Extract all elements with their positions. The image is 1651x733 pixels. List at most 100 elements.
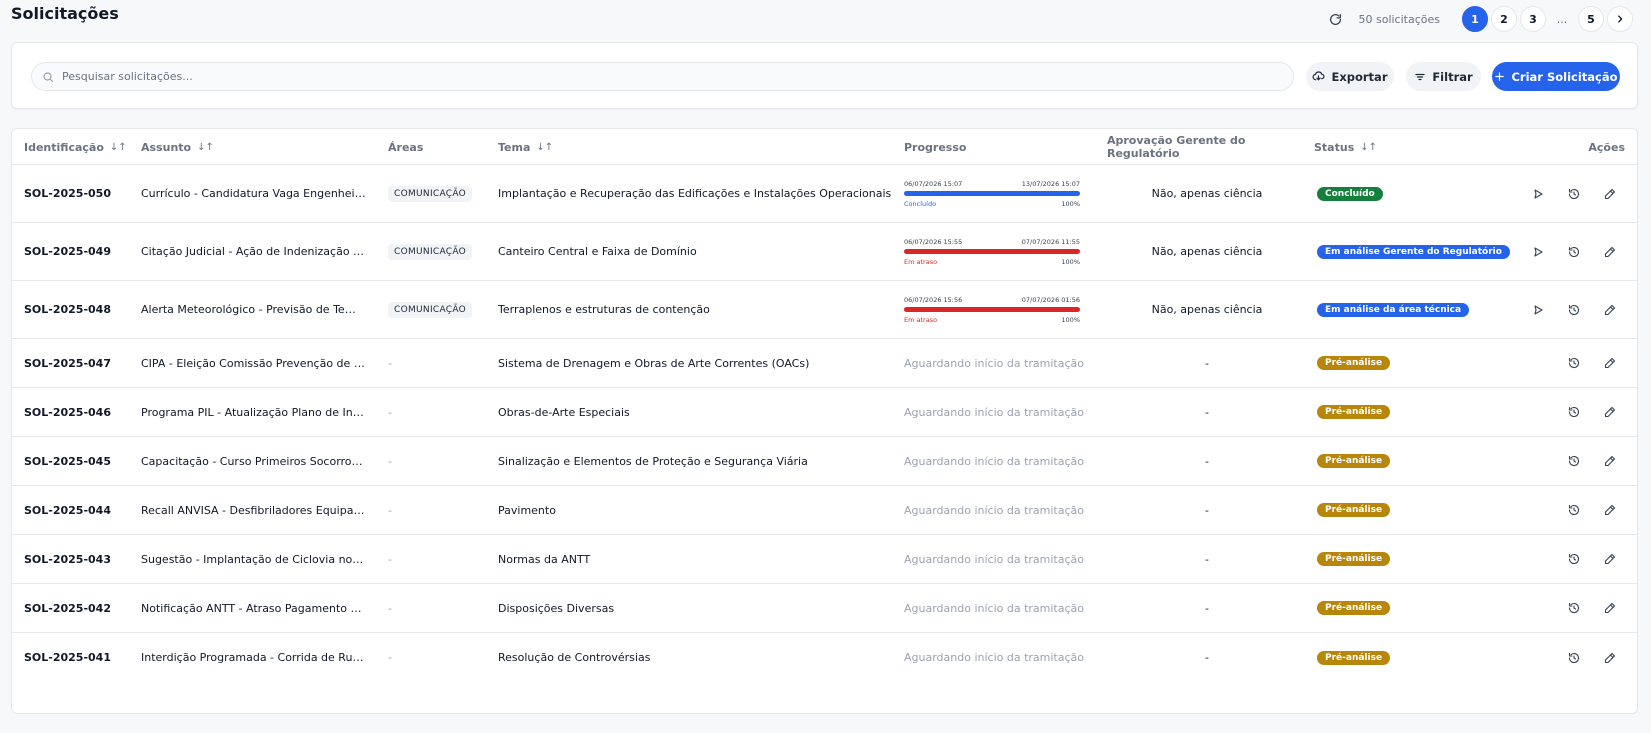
- history-button[interactable]: [1564, 535, 1584, 583]
- progress-waiting: Aguardando início da tramitação: [904, 503, 1085, 517]
- theme-text: Sistema de Drenagem e Obras de Arte Corr…: [498, 356, 810, 370]
- area-tag: COMUNICAÇÃO: [388, 243, 473, 260]
- sort-icon: ↓↑: [109, 141, 127, 153]
- status-cell: Pré-análise: [1317, 535, 1391, 583]
- edit-button[interactable]: [1600, 339, 1620, 387]
- plus-icon: [1495, 72, 1505, 81]
- edit-button[interactable]: [1600, 165, 1620, 222]
- history-button[interactable]: [1564, 388, 1584, 436]
- col-areas-header: Áreas: [388, 129, 423, 165]
- table-row[interactable]: SOL-2025-048 Alerta Meteorológico - Previ…: [12, 281, 1637, 339]
- area-cell: -: [388, 388, 392, 436]
- table-row[interactable]: SOL-2025-045 Capacitação - Curso Primeiro…: [12, 437, 1637, 486]
- progress-waiting: Aguardando início da tramitação: [904, 601, 1085, 615]
- col-id-label: Identificação: [24, 140, 104, 154]
- table-header: Identificação ↓↑ Assunto ↓↑ Áreas Tema ↓…: [12, 129, 1637, 165]
- page-1-button[interactable]: 1: [1462, 6, 1488, 32]
- search-box[interactable]: [31, 62, 1294, 91]
- progress-cell: 06/07/2026 15:55 07/07/2026 11:55 Em atras…: [904, 223, 1087, 280]
- pencil-icon: [1604, 455, 1616, 467]
- edit-button[interactable]: [1600, 281, 1620, 338]
- col-areas-label: Áreas: [388, 140, 424, 154]
- progress-bar-fill: [904, 190, 1080, 196]
- history-button[interactable]: [1564, 165, 1584, 222]
- send-button[interactable]: [1528, 223, 1548, 280]
- history-icon: [1568, 188, 1580, 199]
- table-row[interactable]: SOL-2025-049 Citação Judicial - Ação de I…: [12, 223, 1637, 281]
- area-empty: -: [388, 651, 392, 664]
- progress-end-date: 07/07/2026 11:55: [1021, 237, 1080, 246]
- progress-bar: [904, 190, 1080, 196]
- edit-button[interactable]: [1600, 535, 1620, 583]
- request-id: SOL-2025-045: [24, 454, 111, 468]
- create-request-button[interactable]: Criar Solicitação: [1492, 62, 1620, 91]
- subject-cell: Programa PIL - Atualização Plano de Inve…: [141, 388, 366, 436]
- history-button[interactable]: [1564, 584, 1584, 632]
- send-button[interactable]: [1528, 165, 1548, 222]
- area-empty: -: [388, 356, 392, 370]
- subject-cell: Recall ANVISA - Desfibriladores Equipam.…: [141, 486, 366, 534]
- col-status-header[interactable]: Status ↓↑: [1314, 129, 1377, 165]
- pencil-icon: [1604, 406, 1616, 418]
- status-cell: Em análise da área técnica: [1317, 281, 1470, 338]
- approval-text: -: [1205, 601, 1209, 615]
- table-row[interactable]: SOL-2025-046 Programa PIL - Atualização P…: [12, 388, 1637, 437]
- progress-waiting: Aguardando início da tramitação: [904, 356, 1085, 370]
- refresh-button[interactable]: [1322, 6, 1348, 32]
- history-button[interactable]: [1564, 281, 1584, 338]
- subject-text: Interdição Programada - Corrida de Rua k…: [141, 651, 366, 664]
- request-id: SOL-2025-042: [24, 601, 111, 615]
- col-theme-header[interactable]: Tema ↓↑: [498, 129, 553, 165]
- progress-waiting: Aguardando início da tramitação: [904, 454, 1085, 468]
- col-subject-header[interactable]: Assunto ↓↑: [141, 129, 214, 165]
- subject-text: Currículo - Candidatura Vaga Engenheiro …: [141, 187, 366, 200]
- table-row[interactable]: SOL-2025-043 Sugestão - Implantação de Ci…: [12, 535, 1637, 584]
- status-cell: Pré-análise: [1317, 486, 1391, 534]
- edit-button[interactable]: [1600, 388, 1620, 436]
- page-3-button[interactable]: 3: [1520, 6, 1546, 32]
- table-row[interactable]: SOL-2025-050 Currículo - Candidatura Vaga…: [12, 165, 1637, 223]
- page-2-button[interactable]: 2: [1491, 6, 1517, 32]
- area-cell: COMUNICAÇÃO: [388, 281, 473, 338]
- edit-button[interactable]: [1600, 437, 1620, 485]
- status-badge: Pré-análise: [1317, 356, 1391, 370]
- edit-button[interactable]: [1600, 584, 1620, 632]
- table-body: SOL-2025-050 Currículo - Candidatura Vaga…: [12, 165, 1637, 682]
- table-row[interactable]: SOL-2025-047 CIPA - Eleição Comissão Prev…: [12, 339, 1637, 388]
- area-tag: COMUNICAÇÃO: [388, 185, 473, 202]
- approval-text: -: [1205, 552, 1209, 566]
- status-badge: Em análise da área técnica: [1317, 302, 1470, 317]
- pencil-icon: [1604, 304, 1616, 315]
- history-button[interactable]: [1564, 223, 1584, 280]
- edit-button[interactable]: [1600, 486, 1620, 534]
- filter-button[interactable]: Filtrar: [1406, 62, 1481, 91]
- progress-status-label: Em atraso: [904, 315, 938, 324]
- table-row[interactable]: SOL-2025-044 Recall ANVISA - Desfibrilado…: [12, 486, 1637, 535]
- col-subject-label: Assunto: [141, 140, 192, 154]
- status-cell: Pré-análise: [1317, 437, 1391, 485]
- edit-button[interactable]: [1600, 633, 1620, 682]
- table-row[interactable]: SOL-2025-041 Interdição Programada - Corr…: [12, 633, 1637, 682]
- col-id-header[interactable]: Identificação ↓↑: [24, 129, 127, 165]
- history-button[interactable]: [1564, 339, 1584, 387]
- page-5-button[interactable]: 5: [1578, 6, 1604, 32]
- progress-cell: Aguardando início da tramitação: [904, 437, 1087, 485]
- col-approval-label: Aprovação Gerente do Regulatório: [1107, 134, 1246, 160]
- export-button[interactable]: Exportar: [1306, 62, 1394, 91]
- edit-button[interactable]: [1600, 223, 1620, 280]
- history-button[interactable]: [1564, 633, 1584, 682]
- pencil-icon: [1604, 188, 1616, 199]
- col-actions-header: Ações: [1588, 129, 1625, 165]
- table-row[interactable]: SOL-2025-042 Notificação ANTT - Atraso Pa…: [12, 584, 1637, 633]
- status-badge: Pré-análise: [1317, 503, 1391, 517]
- next-page-button[interactable]: [1607, 6, 1633, 32]
- sort-icon: ↓↑: [197, 141, 214, 153]
- theme-text: Normas da ANTT: [498, 552, 591, 566]
- theme-text: Terraplenos e estruturas de contenção: [498, 303, 710, 316]
- send-button[interactable]: [1528, 281, 1548, 338]
- request-id: SOL-2025-043: [24, 552, 111, 566]
- area-cell: -: [388, 535, 392, 583]
- history-button[interactable]: [1564, 437, 1584, 485]
- history-button[interactable]: [1564, 486, 1584, 534]
- search-input[interactable]: [62, 70, 1293, 83]
